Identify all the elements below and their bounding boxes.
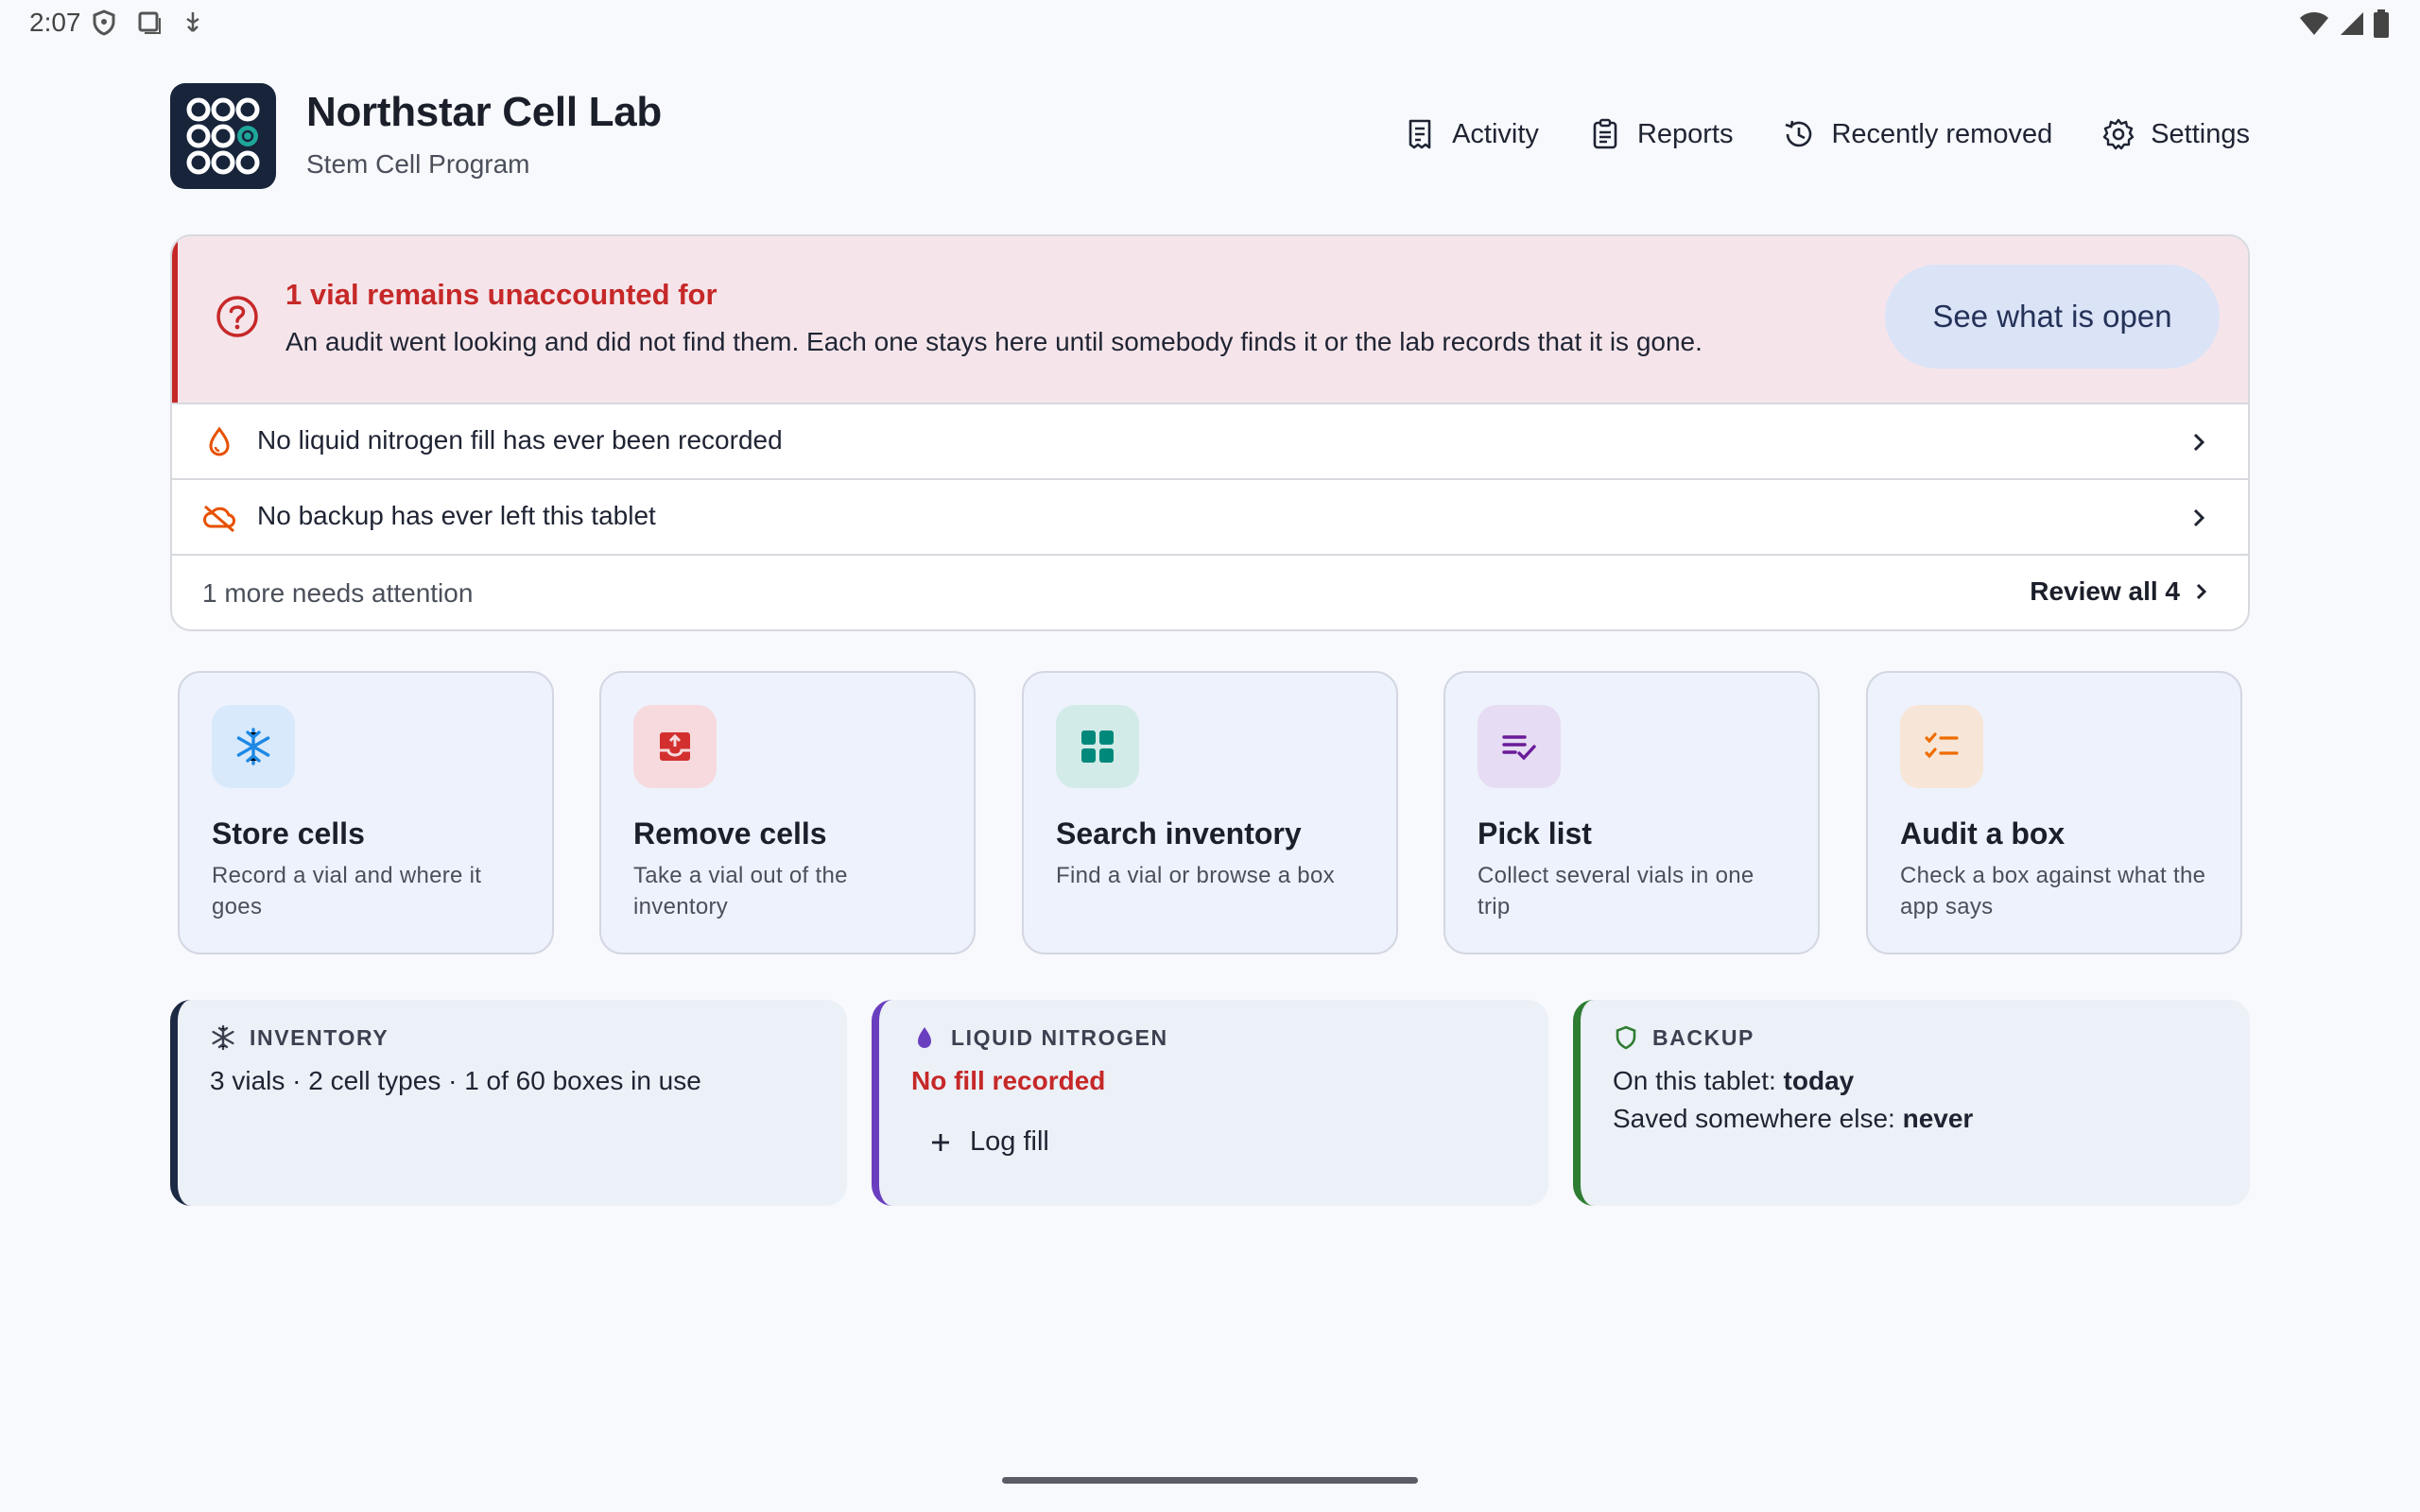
history-icon bbox=[1786, 120, 1812, 147]
vial-box-logo-icon bbox=[186, 97, 260, 175]
cloud-off-icon bbox=[203, 505, 235, 533]
shield-icon bbox=[93, 9, 115, 36]
store-cells-desc: Record a vial and where it goes bbox=[212, 863, 482, 919]
audit-list-icon bbox=[1925, 732, 1959, 759]
nav-settings-label: Settings bbox=[2151, 118, 2250, 149]
remove-cells-icon-wrap bbox=[633, 705, 717, 788]
app-logo bbox=[170, 83, 276, 189]
backup-details: On this tablet: today Saved somewhere el… bbox=[1613, 1062, 1973, 1138]
status-cards: INVENTORY 3 vials · 2 cell types · 1 of … bbox=[170, 1000, 2250, 1206]
nitrogen-card-header: LIQUID NITROGEN bbox=[911, 1024, 1168, 1051]
search-inventory-tile[interactable]: Search inventory Find a vial or browse a… bbox=[1022, 671, 1398, 954]
unbox-icon bbox=[660, 732, 690, 761]
nitrogen-card: LIQUID NITROGEN No fill recorded Log fil… bbox=[872, 1000, 1548, 1206]
nav-recently-removed-label: Recently removed bbox=[1831, 118, 2053, 149]
backup-card: BACKUP On this tablet: today Saved somew… bbox=[1573, 1000, 2250, 1206]
inventory-summary: 3 vials · 2 cell types · 1 of 60 boxes i… bbox=[210, 1066, 701, 1095]
pick-list-icon-wrap bbox=[1478, 705, 1561, 788]
audit-box-desc: Check a box against what the app says bbox=[1900, 863, 2206, 919]
chevron-right-icon bbox=[2193, 508, 2205, 527]
inventory-card-header: INVENTORY bbox=[210, 1024, 389, 1051]
question-circle-icon bbox=[216, 296, 258, 337]
backup-remote-value: never bbox=[1902, 1104, 1974, 1133]
chevron-right-icon bbox=[2193, 433, 2205, 452]
warning-nitrogen-label: No liquid nitrogen fill has ever been re… bbox=[257, 425, 783, 455]
more-attention-label: 1 more needs attention bbox=[202, 578, 474, 608]
store-cells-title: Store cells bbox=[212, 816, 365, 850]
nav-activity-label: Activity bbox=[1452, 118, 1539, 149]
audit-box-tile[interactable]: Audit a box Check a box against what the… bbox=[1866, 671, 2242, 954]
attention-panel: 1 vial remains unaccounted for An audit … bbox=[170, 234, 2250, 631]
top-nav: Activity Reports Recently removed Settin… bbox=[1403, 117, 2250, 151]
signal-icon bbox=[2341, 12, 2363, 35]
alert-description: An audit went looking and did not find t… bbox=[285, 327, 1703, 356]
backup-local-prefix: On this tablet: bbox=[1613, 1066, 1784, 1095]
clipboard-icon bbox=[1593, 118, 1617, 149]
backup-card-label: BACKUP bbox=[1652, 1024, 1754, 1050]
review-all-button[interactable]: Review all 4 bbox=[2030, 576, 2214, 607]
nitrogen-status: No fill recorded bbox=[911, 1066, 1106, 1095]
inventory-card-label: INVENTORY bbox=[250, 1024, 389, 1050]
nav-reports-label: Reports bbox=[1636, 118, 1734, 149]
inventory-card: INVENTORY 3 vials · 2 cell types · 1 of … bbox=[170, 1000, 847, 1206]
backup-local-value: today bbox=[1783, 1066, 1855, 1095]
warning-backup-label: No backup has ever left this tablet bbox=[257, 501, 656, 530]
search-inventory-desc: Find a vial or browse a box bbox=[1056, 863, 1335, 888]
app-title: Northstar Cell Lab bbox=[306, 89, 662, 135]
backup-local-line: On this tablet: today bbox=[1613, 1062, 1973, 1100]
status-bar: 2:07 bbox=[0, 0, 2420, 45]
store-cells-icon-wrap bbox=[212, 705, 295, 788]
search-inventory-icon-wrap bbox=[1056, 705, 1139, 788]
remove-cells-tile[interactable]: Remove cells Take a vial out of the inve… bbox=[599, 671, 976, 954]
store-cells-tile[interactable]: Store cells Record a vial and where it g… bbox=[178, 671, 554, 954]
grid-icon bbox=[1081, 730, 1114, 763]
remove-cells-desc: Take a vial out of the inventory bbox=[633, 863, 848, 919]
home-indicator[interactable] bbox=[1002, 1477, 1418, 1484]
pick-list-desc: Collect several vials in one trip bbox=[1478, 863, 1754, 919]
backup-card-header: BACKUP bbox=[1613, 1024, 1754, 1051]
nav-recently-removed[interactable]: Recently removed bbox=[1782, 117, 2052, 151]
chevron-right-icon bbox=[2196, 583, 2207, 600]
backup-remote-line: Saved somewhere else: never bbox=[1613, 1100, 1973, 1138]
status-time: 2:07 bbox=[29, 8, 81, 37]
audit-box-icon-wrap bbox=[1900, 705, 1983, 788]
receipt-icon bbox=[1409, 119, 1431, 149]
warning-row-backup[interactable]: No backup has ever left this tablet bbox=[172, 478, 2248, 554]
gear-icon bbox=[2103, 118, 2135, 150]
usb-debug-icon bbox=[186, 12, 199, 32]
nav-activity[interactable]: Activity bbox=[1403, 117, 1539, 151]
audit-box-title: Audit a box bbox=[1900, 816, 2066, 850]
see-what-is-open-button[interactable]: See what is open bbox=[1885, 265, 2220, 369]
pick-list-tile[interactable]: Pick list Collect several vials in one t… bbox=[1443, 671, 1820, 954]
search-inventory-title: Search inventory bbox=[1056, 816, 1302, 850]
battery-icon bbox=[2374, 9, 2389, 38]
shield-icon bbox=[1616, 1025, 1636, 1050]
log-fill-button[interactable]: Log fill bbox=[928, 1126, 1049, 1158]
plus-icon bbox=[932, 1133, 949, 1151]
action-tiles: Store cells Record a vial and where it g… bbox=[178, 671, 2242, 954]
snowflake-icon bbox=[212, 1024, 234, 1051]
wifi-icon bbox=[2300, 12, 2328, 35]
pick-list-title: Pick list bbox=[1478, 816, 1592, 850]
warning-row-nitrogen[interactable]: No liquid nitrogen fill has ever been re… bbox=[172, 403, 2248, 478]
log-fill-label: Log fill bbox=[970, 1126, 1049, 1157]
droplet-icon bbox=[209, 426, 230, 456]
screenshot-icon bbox=[138, 11, 161, 34]
droplet-filled-icon bbox=[918, 1027, 931, 1048]
snowflake-icon bbox=[236, 728, 270, 765]
app-subtitle: Stem Cell Program bbox=[306, 149, 530, 179]
nav-settings[interactable]: Settings bbox=[2101, 117, 2250, 151]
review-all-label: Review all 4 bbox=[2030, 576, 2180, 606]
nav-reports[interactable]: Reports bbox=[1588, 117, 1734, 151]
alert-title: 1 vial remains unaccounted for bbox=[285, 278, 717, 311]
app-header: Northstar Cell Lab Stem Cell Program Act… bbox=[170, 83, 2250, 189]
remove-cells-title: Remove cells bbox=[633, 816, 827, 850]
more-attention-row: 1 more needs attention Review all 4 bbox=[172, 554, 2248, 629]
backup-remote-prefix: Saved somewhere else: bbox=[1613, 1104, 1903, 1133]
nitrogen-card-label: LIQUID NITROGEN bbox=[951, 1024, 1168, 1050]
missing-vial-alert: 1 vial remains unaccounted for An audit … bbox=[172, 236, 2248, 403]
checklist-icon bbox=[1502, 735, 1536, 761]
